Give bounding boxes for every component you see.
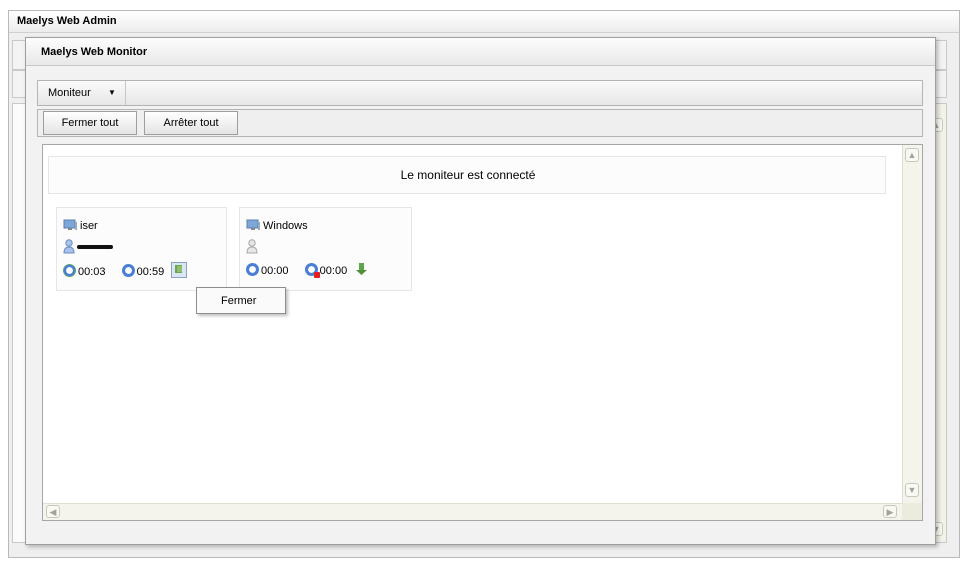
chevron-down-icon: ▼ <box>108 88 116 97</box>
time-idle: 00:00 <box>319 265 348 277</box>
admin-title: Maelys Web Admin <box>17 15 117 27</box>
menu-moniteur[interactable]: Moniteur ▼ <box>38 81 126 105</box>
monitor-window: Maelys Web Monitor Moniteur ▼ Fermer tou… <box>25 37 936 545</box>
monitor-content: Le moniteur est connecté iser 00:03 00:5… <box>42 144 923 521</box>
scrollbar-corner <box>902 503 922 520</box>
admin-title-bar: Maelys Web Admin <box>9 11 959 33</box>
monitor-title-bar[interactable]: Maelys Web Monitor <box>26 38 935 66</box>
time-idle: 00:59 <box>136 266 165 278</box>
stop-all-button[interactable]: Arrêter tout <box>144 111 238 135</box>
clock-icon <box>121 264 135 277</box>
clock-icon <box>246 263 259 276</box>
scroll-up-arrow-icon[interactable]: ▲ <box>905 148 919 162</box>
scroll-right-arrow-icon[interactable]: ▶ <box>883 505 897 518</box>
menu-moniteur-label: Moniteur <box>48 87 91 99</box>
user-icon <box>63 239 75 254</box>
session-card[interactable]: Windows 00:00 00:00 <box>239 207 412 291</box>
scroll-left-arrow-icon[interactable]: ◀ <box>46 505 60 518</box>
monitor-title: Maelys Web Monitor <box>41 46 148 58</box>
context-menu-item-fermer[interactable]: Fermer <box>221 295 256 307</box>
clock-stop-icon <box>304 263 320 278</box>
redacted-username <box>77 245 113 249</box>
download-icon[interactable] <box>171 262 188 278</box>
content-vertical-scrollbar[interactable]: ▲ ▼ <box>902 145 922 503</box>
status-banner: Le moniteur est connecté <box>48 156 886 194</box>
close-all-button[interactable]: Fermer tout <box>43 111 137 135</box>
computer-name: iser <box>80 220 98 232</box>
time-connected: 00:00 <box>261 265 289 277</box>
menu-bar: Moniteur ▼ <box>37 80 923 106</box>
content-horizontal-scrollbar[interactable]: ◀ ▶ <box>43 503 902 520</box>
computer-icon <box>63 219 78 231</box>
context-menu: Fermer <box>196 287 286 314</box>
clock-icon <box>63 264 76 277</box>
computer-icon <box>246 219 261 231</box>
user-icon <box>246 239 258 254</box>
time-connected: 00:03 <box>78 266 106 278</box>
status-text: Le moniteur est connecté <box>400 168 536 182</box>
computer-name: Windows <box>263 220 308 232</box>
session-card[interactable]: iser 00:03 00:59 <box>56 207 227 291</box>
toolbar: Fermer tout Arrêter tout <box>37 109 923 137</box>
scroll-down-arrow-icon[interactable]: ▼ <box>905 483 919 497</box>
download-icon[interactable] <box>354 262 368 276</box>
